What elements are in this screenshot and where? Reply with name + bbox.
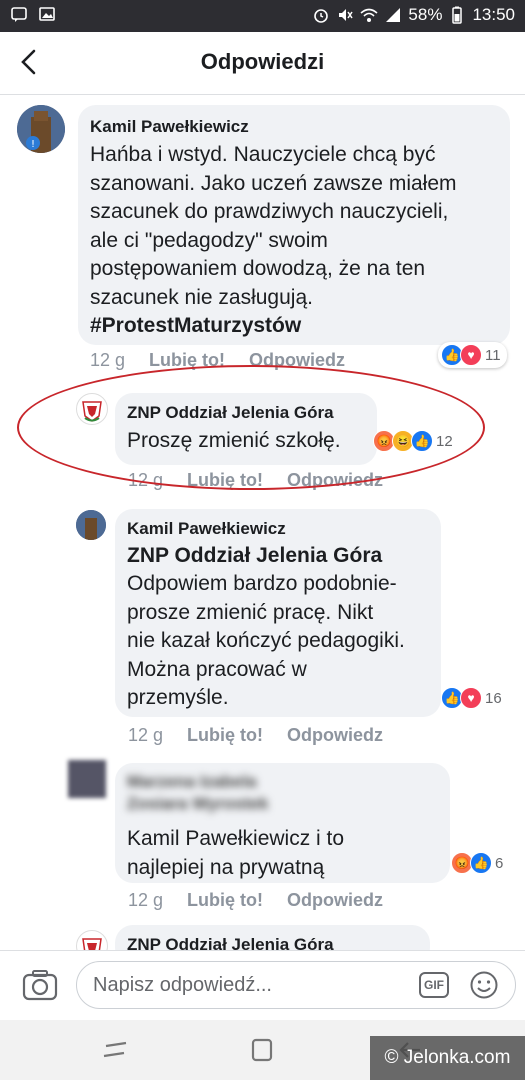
comment-text: Hańba i wstyd. Nauczyciele chcą być szan… bbox=[90, 143, 457, 309]
system-nav-bar: © Jelonka.com bbox=[0, 1020, 525, 1080]
reaction-count: 16 bbox=[485, 689, 502, 707]
reply-button[interactable]: Odpowiedz bbox=[249, 350, 345, 371]
page-title: Odpowiedzi bbox=[200, 49, 325, 74]
comment-author[interactable]: ZNP Oddział Jelenia Góra bbox=[127, 935, 418, 950]
comment-bubble[interactable]: Marzena Izabela Zosiara Wyrostek Kamil P… bbox=[115, 763, 450, 883]
mention-link[interactable]: ZNP Oddział Jelenia Góra bbox=[127, 542, 429, 570]
avatar[interactable] bbox=[76, 510, 106, 540]
battery-icon bbox=[452, 6, 463, 24]
like-button[interactable]: Lubię to! bbox=[187, 470, 263, 491]
wifi-icon bbox=[360, 8, 378, 22]
reactions-summary[interactable]: 👍 ♥ 16 bbox=[438, 685, 508, 711]
like-reaction-icon: 👍 bbox=[411, 430, 433, 452]
comment-bubble[interactable]: ZNP Oddział Jelenia Góra bbox=[115, 925, 430, 950]
battery-percent: 58% bbox=[408, 5, 443, 24]
message-notification-icon bbox=[11, 7, 27, 22]
hashtag-link[interactable]: #ProtestMaturzystów bbox=[90, 312, 498, 341]
comment-time: 12 g bbox=[128, 470, 164, 490]
comment-time: 12 g bbox=[128, 725, 164, 745]
love-reaction-icon: ♥ bbox=[460, 687, 482, 709]
status-bar: 58% 13:50 bbox=[0, 0, 525, 32]
like-button[interactable]: Lubię to! bbox=[187, 890, 263, 911]
watermark: © Jelonka.com bbox=[370, 1036, 525, 1080]
avatar[interactable]: ! bbox=[17, 105, 65, 153]
like-button[interactable]: Lubię to! bbox=[187, 725, 263, 746]
svg-text:!: ! bbox=[31, 139, 35, 150]
reactions-summary[interactable]: 👍 ♥ 11 bbox=[438, 342, 507, 368]
status-right: 58% 13:50 bbox=[312, 5, 515, 25]
comment-actions: 12 g Lubię to! Odpowiedz bbox=[128, 470, 407, 491]
comment-time: 12 g bbox=[90, 350, 126, 370]
znp-logo-icon bbox=[82, 401, 102, 422]
camera-icon[interactable] bbox=[22, 968, 58, 1002]
avatar[interactable] bbox=[76, 393, 108, 425]
app-header: Odpowiedzi bbox=[0, 32, 525, 95]
reply-button[interactable]: Odpowiedz bbox=[287, 470, 383, 491]
avatar-photo-icon: ! bbox=[17, 105, 65, 153]
clock: 13:50 bbox=[472, 5, 515, 24]
comment-text: Odpowiem bardzo podobnie- prosze zmienić… bbox=[127, 572, 405, 709]
comment-bubble[interactable]: Kamil Pawełkiewicz ZNP Oddział Jelenia G… bbox=[115, 509, 441, 717]
like-button[interactable]: Lubię to! bbox=[149, 350, 225, 371]
reply-input[interactable]: Napisz odpowiedź... GIF bbox=[76, 961, 516, 1009]
comment-time: 12 g bbox=[128, 890, 164, 910]
reaction-count: 12 bbox=[436, 432, 453, 450]
signal-icon bbox=[386, 8, 401, 22]
comment-author[interactable]: Kamil Pawełkiewicz bbox=[90, 117, 498, 137]
reaction-count: 6 bbox=[495, 854, 504, 872]
comment-text: Kamil Pawełkiewicz i to najlepiej na pry… bbox=[127, 827, 345, 879]
recent-apps-icon[interactable] bbox=[102, 1040, 128, 1062]
gif-button[interactable]: GIF bbox=[419, 972, 449, 998]
comment-actions: 12 g Lubię to! Odpowiedz bbox=[128, 725, 407, 746]
comment-actions: 12 g Lubię to! Odpowiedz bbox=[90, 350, 369, 371]
emoji-icon[interactable] bbox=[469, 970, 499, 1000]
reactions-summary[interactable]: 😡 👍 6 bbox=[448, 850, 509, 876]
reaction-count: 11 bbox=[485, 346, 501, 364]
comment-bubble[interactable]: ZNP Oddział Jelenia Góra Proszę zmienić … bbox=[115, 393, 377, 465]
avatar-photo-icon bbox=[76, 510, 106, 540]
reply-placeholder: Napisz odpowiedź... bbox=[93, 974, 272, 996]
alarm-icon bbox=[314, 9, 329, 23]
replies-list[interactable]: ! Kamil Pawełkiewicz Hańba i wstyd. Nauc… bbox=[0, 95, 525, 950]
love-reaction-icon: ♥ bbox=[460, 344, 482, 366]
reply-composer: Napisz odpowiedź... GIF bbox=[0, 950, 525, 1021]
comment-author[interactable]: Kamil Pawełkiewicz bbox=[127, 519, 429, 539]
reply-button[interactable]: Odpowiedz bbox=[287, 725, 383, 746]
comment-actions: 12 g Lubię to! Odpowiedz bbox=[128, 890, 407, 911]
avatar[interactable] bbox=[76, 930, 108, 950]
comment-text: Proszę zmienić szkołę. bbox=[127, 429, 341, 452]
comment-bubble[interactable]: Kamil Pawełkiewicz Hańba i wstyd. Nauczy… bbox=[78, 105, 510, 345]
avatar[interactable] bbox=[68, 760, 106, 798]
reactions-summary[interactable]: 😡 😆 👍 12 bbox=[370, 428, 459, 454]
comment-author[interactable]: ZNP Oddział Jelenia Góra bbox=[127, 403, 365, 423]
status-left bbox=[10, 5, 56, 23]
mute-icon bbox=[339, 9, 354, 21]
comment-author-blurred[interactable]: Marzena Izabela Zosiara Wyrostek bbox=[127, 771, 287, 815]
reply-button[interactable]: Odpowiedz bbox=[287, 890, 383, 911]
home-icon[interactable] bbox=[250, 1037, 274, 1063]
znp-logo-icon bbox=[82, 938, 102, 950]
like-reaction-icon: 👍 bbox=[470, 852, 492, 874]
gallery-notification-icon bbox=[39, 7, 55, 21]
